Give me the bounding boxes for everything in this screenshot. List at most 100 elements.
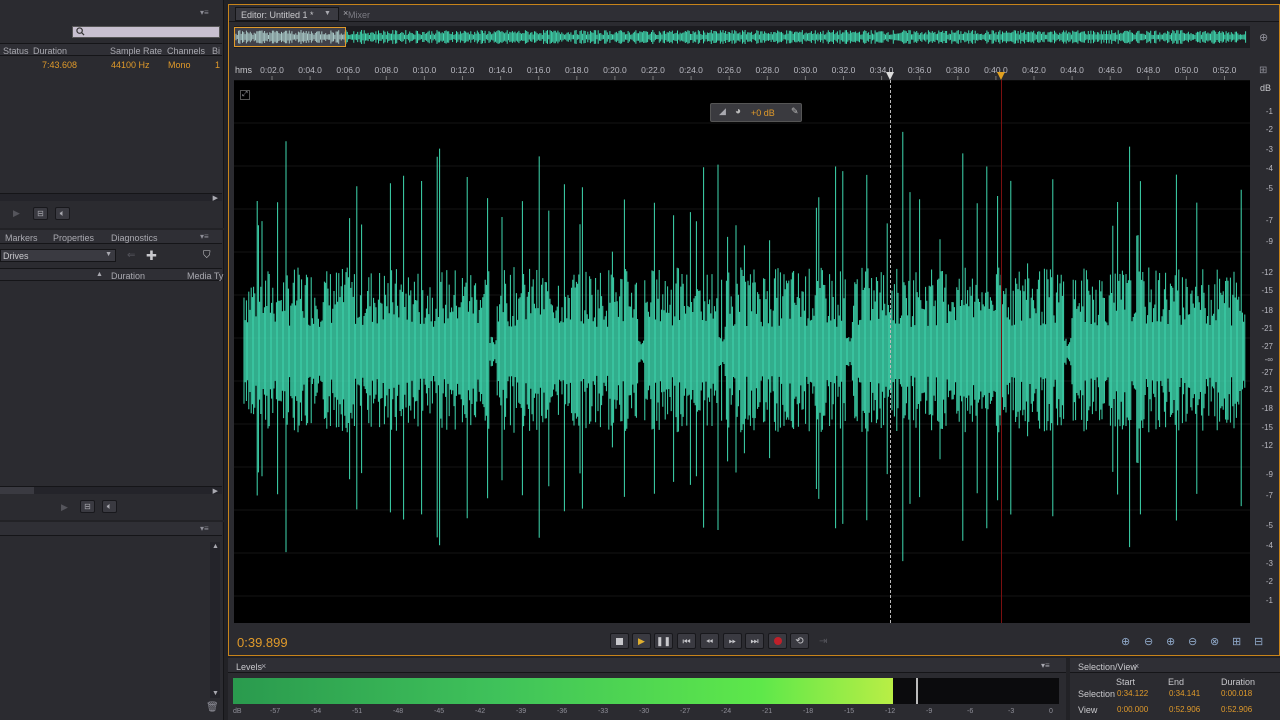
- zoom-out-time-icon[interactable]: ⊖: [1188, 635, 1197, 648]
- previous-button[interactable]: ⏮︎: [677, 633, 696, 649]
- selection-end[interactable]: 0:34.141: [1169, 689, 1200, 698]
- view-start[interactable]: 0:00.000: [1117, 705, 1148, 714]
- playhead-line[interactable]: [890, 80, 891, 623]
- view-duration[interactable]: 0:52.906: [1221, 705, 1252, 714]
- col-duration[interactable]: Duration: [33, 46, 67, 56]
- speaker-icon[interactable]: 🔈︎: [55, 207, 70, 220]
- col-bits[interactable]: Bi: [212, 46, 220, 56]
- levels-scale-label: -57: [270, 708, 281, 715]
- h-scrollbar[interactable]: ▶: [0, 486, 222, 495]
- panel-menu-icon[interactable]: ▾≡: [1041, 661, 1050, 670]
- levels-scale: dB -57 -54 -51 -48 -45 -42 -39 -36 -33 -30 -27 -24 -2…: [233, 708, 1059, 718]
- tab-markers[interactable]: Markers: [5, 233, 38, 243]
- current-time-display[interactable]: 0:39.899: [237, 635, 288, 650]
- panel-menu-icon[interactable]: ▾≡: [200, 524, 209, 533]
- trash-icon[interactable]: 🗑︎: [206, 702, 219, 713]
- col-status[interactable]: Status: [3, 46, 29, 56]
- rewind-button[interactable]: ⏪︎: [700, 633, 719, 649]
- pause-button[interactable]: ❚❚: [654, 633, 673, 649]
- overview-view-range[interactable]: [234, 27, 346, 47]
- db-tick-label: -27: [1261, 368, 1273, 377]
- col-media-type[interactable]: Media Ty: [187, 271, 223, 281]
- zoom-in-time-icon[interactable]: ⊕: [1166, 635, 1175, 648]
- selection-duration[interactable]: 0:00.018: [1221, 689, 1252, 698]
- expand-icon[interactable]: ⤢: [240, 90, 250, 100]
- back-icon[interactable]: ⇐: [127, 250, 135, 261]
- pin-icon[interactable]: ✎: [791, 106, 799, 117]
- zoom-full-icon[interactable]: ⊗: [1210, 635, 1219, 648]
- close-icon[interactable]: ×: [1134, 661, 1139, 671]
- current-time-marker[interactable]: [997, 72, 1005, 80]
- panel-menu-icon[interactable]: ▾≡: [200, 232, 209, 241]
- play-icon[interactable]: ▶: [13, 208, 20, 219]
- overview-waveform: [235, 30, 1247, 44]
- tab-mixer[interactable]: Mixer: [348, 10, 370, 20]
- stop-button[interactable]: [610, 633, 629, 649]
- files-footer: ▶ ⊟ 🔈︎: [0, 203, 222, 225]
- header-duration: Duration: [1221, 677, 1256, 687]
- playhead-marker[interactable]: [886, 72, 894, 80]
- scroll-down-icon[interactable]: ▼: [212, 690, 219, 697]
- drives-dropdown[interactable]: Drives ▼: [0, 249, 116, 262]
- db-tick-label: -18: [1261, 404, 1273, 413]
- tab-diagnostics[interactable]: Diagnostics: [111, 233, 158, 243]
- scroll-thumb[interactable]: [0, 487, 34, 494]
- panel-menu-icon[interactable]: ▾≡: [200, 8, 212, 17]
- scroll-up-icon[interactable]: ▲: [212, 543, 219, 550]
- loop-button[interactable]: ⟲: [790, 633, 809, 649]
- zoom-left-icon[interactable]: ⊟: [1254, 635, 1263, 648]
- waveform: [234, 80, 1250, 597]
- levels-title[interactable]: Levels: [236, 662, 262, 672]
- close-icon[interactable]: ×: [261, 661, 266, 671]
- filter-icon[interactable]: ⛉: [203, 250, 211, 261]
- file-sample-rate: 44100 Hz: [111, 60, 150, 70]
- file-row[interactable]: 7:43.608 44100 Hz Mono 1: [0, 58, 222, 70]
- col-duration[interactable]: Duration: [111, 271, 145, 281]
- overview-strip[interactable]: [234, 26, 1250, 48]
- v-scrollbar[interactable]: ▲ ▼: [210, 542, 220, 698]
- tab-editor[interactable]: Editor: Untitled 1 * ▼: [235, 7, 339, 21]
- hud-volume-value[interactable]: +0 dB: [751, 108, 775, 118]
- record-button[interactable]: [768, 633, 787, 649]
- zoom-in-amplitude-icon[interactable]: ⊕: [1121, 635, 1130, 648]
- volume-knob-icon[interactable]: ◕: [735, 106, 741, 117]
- zoom-out-amplitude-icon[interactable]: ⊖: [1144, 635, 1153, 648]
- insert-icon[interactable]: ⊟: [80, 500, 95, 513]
- current-time-line[interactable]: [1001, 80, 1002, 623]
- col-sample-rate[interactable]: Sample Rate: [110, 46, 162, 56]
- waveform-display[interactable]: ⤢ ◢ ◕ +0 dB ✎: [234, 80, 1250, 623]
- level-meter: [233, 678, 1059, 704]
- scroll-right-icon[interactable]: ▶: [213, 194, 218, 202]
- next-button[interactable]: ⏭︎: [745, 633, 764, 649]
- speaker-icon[interactable]: 🔈︎: [102, 500, 117, 513]
- ruler-tick-label: 0:36.0: [908, 65, 932, 75]
- zoom-selection-icon[interactable]: ⊞: [1232, 635, 1241, 648]
- chevron-down-icon[interactable]: ▼: [324, 10, 331, 17]
- selection-start[interactable]: 0:34.122: [1117, 689, 1148, 698]
- add-icon[interactable]: ✚: [146, 248, 157, 264]
- ruler-tick-label: 0:30.0: [794, 65, 818, 75]
- fast-forward-icon: ⏩︎: [728, 635, 737, 646]
- h-scrollbar[interactable]: ▶: [0, 193, 222, 202]
- bottom-left-panel: ▾≡ ▲ ▼ 🗑︎: [0, 522, 224, 720]
- play-icon[interactable]: ▶: [61, 502, 68, 513]
- volume-hud[interactable]: ◢ ◕ +0 dB ✎: [710, 103, 802, 122]
- skip-selection-icon[interactable]: ⇥: [819, 636, 827, 647]
- db-tick-label: -4: [1265, 541, 1273, 550]
- skip-forward-icon: ⏭︎: [750, 635, 759, 646]
- insert-icon[interactable]: ⊟: [33, 207, 48, 220]
- levels-scale-label: -6: [967, 708, 974, 715]
- tab-properties[interactable]: Properties: [53, 233, 94, 243]
- timeline-ruler[interactable]: hms 0:02.0 0:04.0 0:06.0 0:08.0 0:10.0 0:12.0…: [234, 62, 1250, 80]
- selection-view-title[interactable]: Selection/View: [1078, 662, 1137, 672]
- ruler-ticks: 0:02.0 0:04.0 0:06.0 0:08.0 0:10.0 0:12.0 0:14…: [260, 65, 1237, 80]
- view-end[interactable]: 0:52.906: [1169, 705, 1200, 714]
- zoom-ruler-icon[interactable]: ⊞: [1259, 65, 1267, 76]
- files-search-input[interactable]: [72, 26, 220, 38]
- zoom-full-icon[interactable]: ⊕: [1259, 31, 1268, 44]
- fast-forward-button[interactable]: ⏩︎: [723, 633, 742, 649]
- col-channels[interactable]: Channels: [167, 46, 205, 56]
- play-button[interactable]: ▶: [632, 633, 651, 649]
- levels-scale-label: -21: [762, 708, 773, 715]
- scroll-right-icon[interactable]: ▶: [213, 487, 218, 495]
